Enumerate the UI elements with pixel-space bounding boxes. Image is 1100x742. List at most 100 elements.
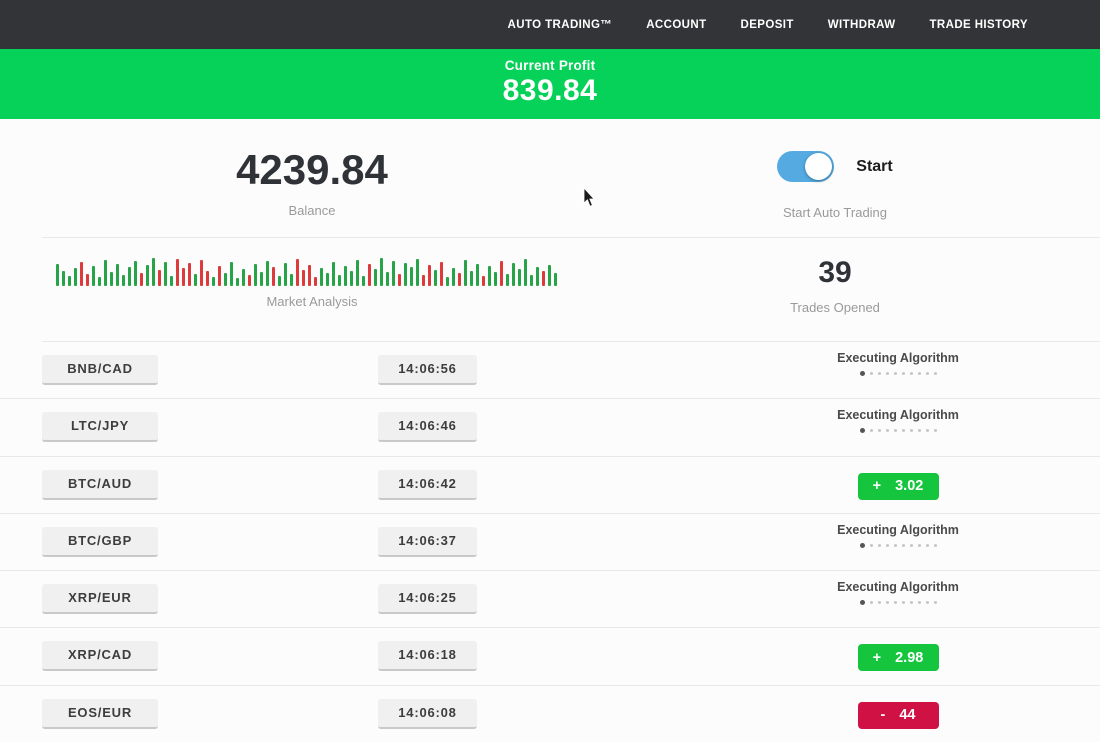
chart-bar bbox=[206, 271, 209, 286]
chart-bar bbox=[218, 266, 221, 286]
chart-bar bbox=[152, 258, 155, 286]
progress-dot bbox=[926, 429, 929, 432]
chart-bar bbox=[332, 262, 335, 286]
time-chip: 14:06:46 bbox=[378, 412, 477, 442]
progress-dot bbox=[886, 544, 889, 547]
progress-dot bbox=[878, 429, 881, 432]
chart-bar bbox=[212, 277, 215, 286]
progress-dot bbox=[934, 601, 937, 604]
chart-bar bbox=[242, 269, 245, 286]
balance-label: Balance bbox=[42, 203, 582, 218]
progress-dots bbox=[778, 371, 1018, 376]
progress-dot bbox=[870, 601, 873, 604]
result-amount: 2.98 bbox=[895, 650, 923, 666]
chart-bar bbox=[134, 261, 137, 286]
chart-bar bbox=[464, 260, 467, 286]
chart-bar bbox=[350, 271, 353, 286]
chart-bar bbox=[476, 264, 479, 286]
time-chip: 14:06:37 bbox=[378, 527, 477, 557]
chart-bar bbox=[488, 266, 491, 286]
chart-bar bbox=[182, 268, 185, 286]
result-sign: + bbox=[873, 650, 881, 666]
chart-bar bbox=[308, 265, 311, 286]
nav-item-withdraw[interactable]: WITHDRAW bbox=[828, 19, 896, 31]
status-cell: Executing Algorithm bbox=[778, 399, 1018, 455]
executing-algorithm-label: Executing Algorithm bbox=[778, 580, 1018, 594]
result-sign: - bbox=[881, 707, 886, 723]
account-stats-section: 4239.84 Balance Start Start Auto Trading bbox=[0, 119, 1100, 237]
progress-dot bbox=[886, 372, 889, 375]
chart-bar bbox=[200, 260, 203, 286]
chart-bar bbox=[98, 277, 101, 286]
progress-dot bbox=[860, 600, 865, 605]
trade-row: BTC/AUD14:06:42+3.02 bbox=[0, 457, 1100, 514]
progress-dot bbox=[870, 544, 873, 547]
auto-trading-block: Start Start Auto Trading bbox=[690, 119, 980, 220]
market-analysis-caption: Market Analysis bbox=[42, 294, 582, 309]
chart-bar bbox=[188, 263, 191, 286]
progress-dot bbox=[894, 372, 897, 375]
chart-bar bbox=[398, 274, 401, 286]
nav-item-trade-history[interactable]: TRADE HISTORY bbox=[930, 19, 1029, 31]
chart-bar bbox=[86, 274, 89, 286]
nav-item-auto-trading[interactable]: AUTO TRADING™ bbox=[508, 19, 613, 31]
chart-bar bbox=[272, 267, 275, 286]
progress-dots bbox=[778, 600, 1018, 605]
pair-chip: EOS/EUR bbox=[42, 699, 158, 729]
progress-dots bbox=[778, 543, 1018, 548]
chart-bar bbox=[506, 274, 509, 286]
auto-trading-caption: Start Auto Trading bbox=[690, 205, 980, 220]
progress-dot bbox=[860, 428, 865, 433]
chart-bar bbox=[446, 277, 449, 286]
chart-bar bbox=[62, 271, 65, 286]
progress-dot bbox=[902, 601, 905, 604]
chart-bar bbox=[542, 271, 545, 286]
chart-bar bbox=[110, 272, 113, 286]
trades-list: BNB/CAD14:06:56Executing AlgorithmLTC/JP… bbox=[0, 342, 1100, 742]
chart-bar bbox=[254, 264, 257, 286]
balance-block: 4239.84 Balance bbox=[42, 119, 582, 218]
progress-dot bbox=[894, 601, 897, 604]
trade-row: LTC/JPY14:06:46Executing Algorithm bbox=[0, 399, 1100, 456]
status-cell: -44 bbox=[778, 686, 1018, 742]
chart-bar bbox=[554, 273, 557, 286]
trade-row: BTC/GBP14:06:37Executing Algorithm bbox=[0, 514, 1100, 571]
chart-bar bbox=[326, 273, 329, 286]
progress-dot bbox=[902, 544, 905, 547]
nav-item-deposit[interactable]: DEPOSIT bbox=[741, 19, 794, 31]
progress-dot bbox=[878, 544, 881, 547]
chart-bar bbox=[470, 271, 473, 286]
executing-algorithm-label: Executing Algorithm bbox=[778, 351, 1018, 365]
toggle-start-label: Start bbox=[856, 158, 892, 176]
progress-dot bbox=[910, 544, 913, 547]
pair-chip: XRP/EUR bbox=[42, 584, 158, 614]
nav-item-account[interactable]: ACCOUNT bbox=[646, 19, 706, 31]
chart-bar bbox=[440, 262, 443, 286]
progress-dot bbox=[902, 372, 905, 375]
auto-trading-toggle[interactable] bbox=[777, 151, 834, 182]
top-nav: AUTO TRADING™ ACCOUNT DEPOSIT WITHDRAW TRADE… bbox=[0, 0, 1100, 49]
chart-bar bbox=[524, 259, 527, 286]
chart-bar bbox=[482, 276, 485, 286]
chart-bar bbox=[146, 265, 149, 286]
progress-dot bbox=[894, 544, 897, 547]
market-analysis-chart bbox=[56, 256, 557, 286]
chart-bar bbox=[368, 264, 371, 286]
chart-bar bbox=[416, 259, 419, 286]
chart-bar bbox=[356, 260, 359, 286]
chart-bar bbox=[140, 273, 143, 286]
chart-bar bbox=[260, 272, 263, 286]
chart-bar bbox=[92, 266, 95, 286]
chart-bar bbox=[266, 261, 269, 286]
toggle-knob bbox=[805, 153, 832, 180]
progress-dot bbox=[910, 429, 913, 432]
chart-bar bbox=[434, 270, 437, 286]
result-amount: 3.02 bbox=[895, 478, 923, 494]
profit-badge: +2.98 bbox=[858, 644, 939, 671]
chart-bar bbox=[302, 270, 305, 286]
chart-bar bbox=[512, 263, 515, 286]
progress-dot bbox=[902, 429, 905, 432]
status-cell: +2.98 bbox=[778, 628, 1018, 684]
trades-opened-value: 39 bbox=[690, 256, 980, 290]
chart-bar bbox=[428, 265, 431, 286]
